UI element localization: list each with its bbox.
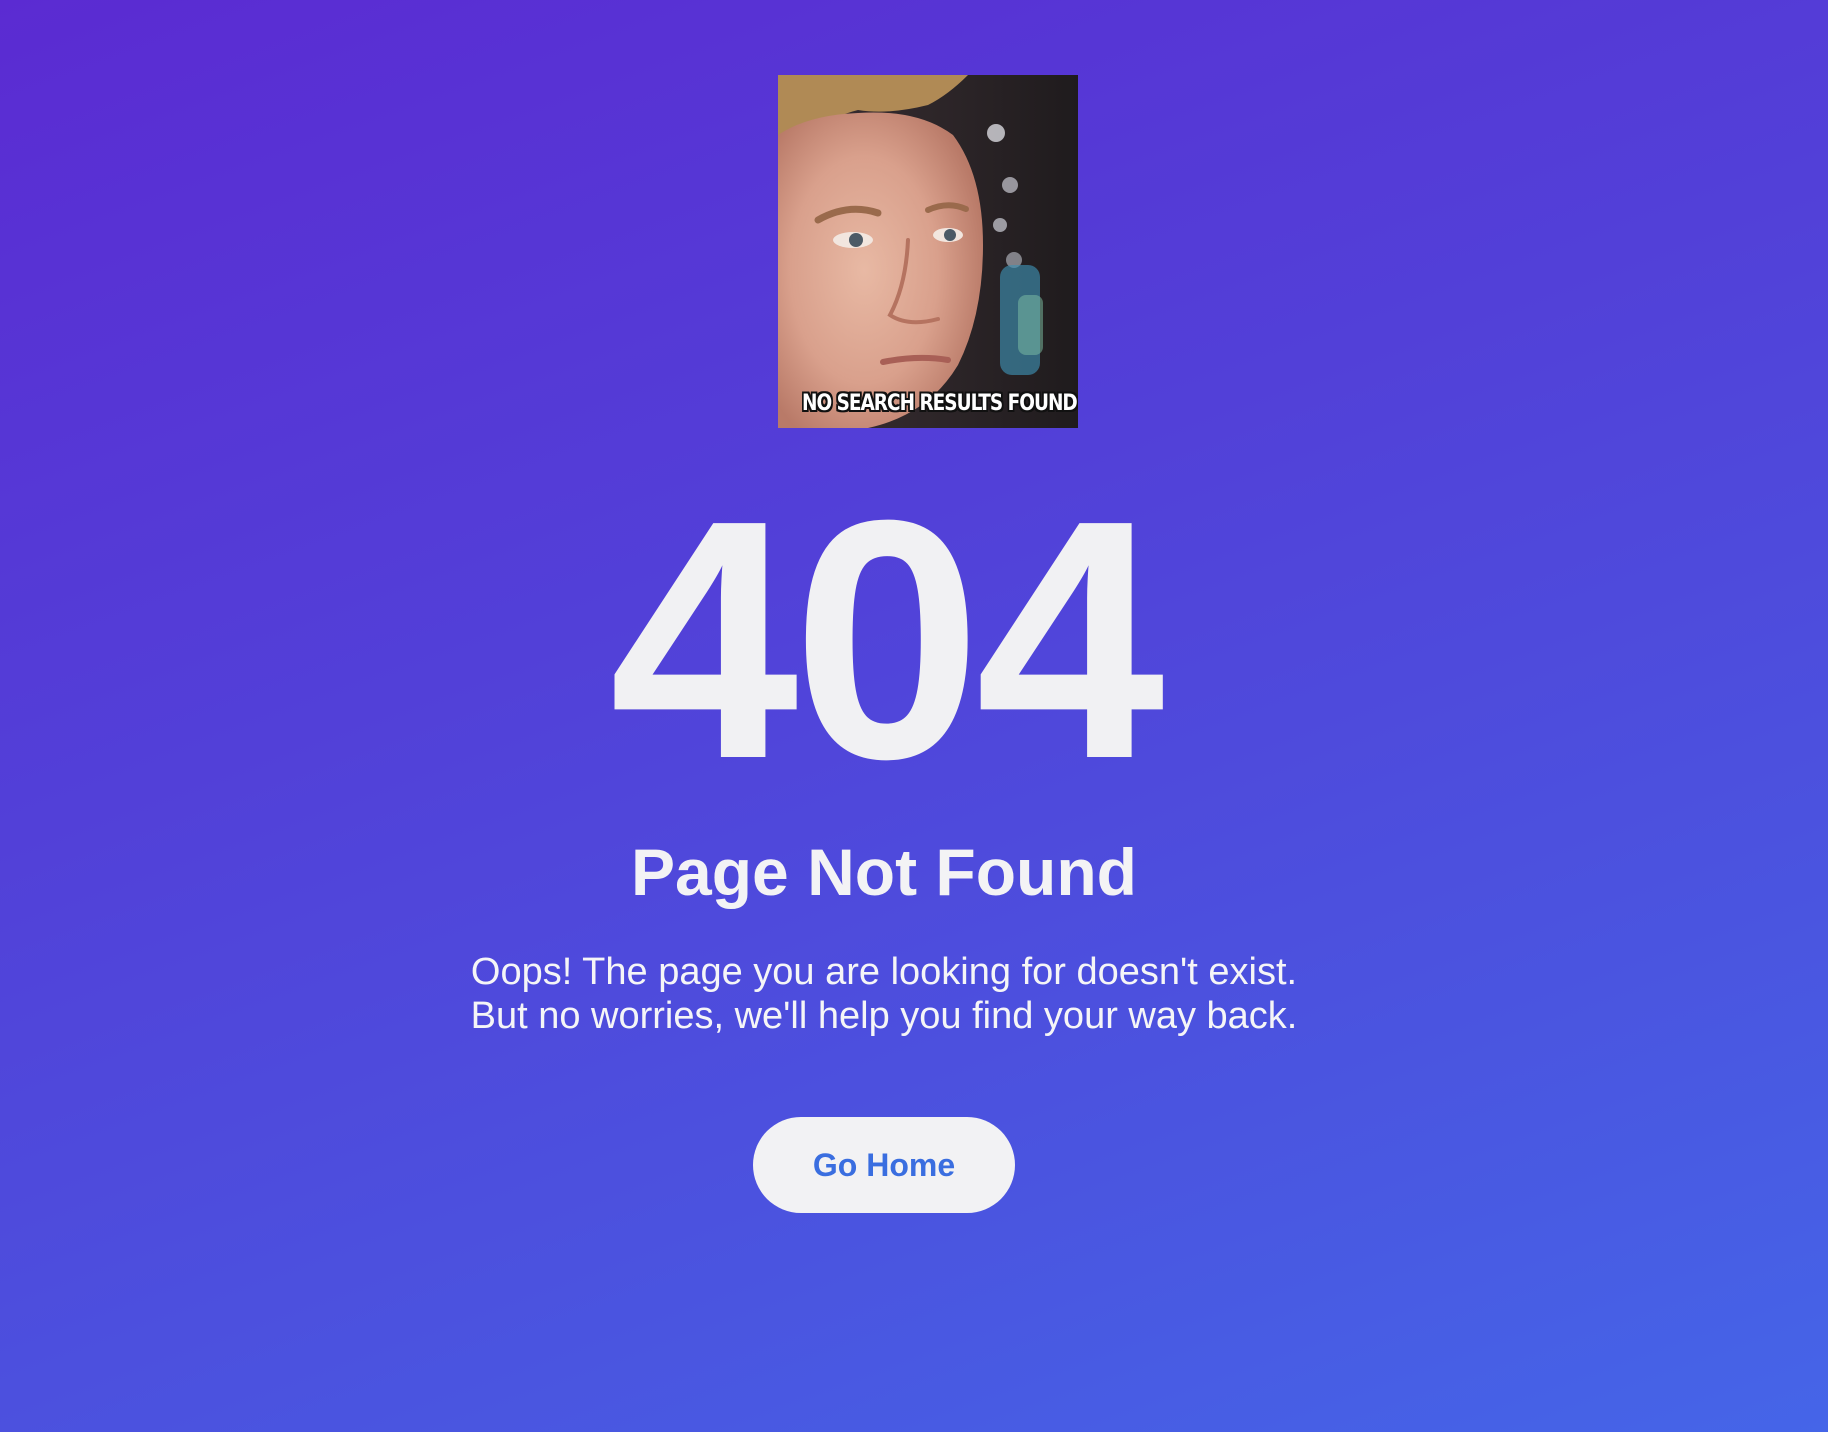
meme-face-illustration (778, 75, 1078, 428)
error-code: 404 (609, 450, 1164, 830)
page-title: Page Not Found (631, 835, 1137, 909)
error-message-line-2: But no worries, we'll help you find your… (470, 995, 1298, 1037)
error-message-line-1: Oops! The page you are looking for doesn… (470, 951, 1298, 993)
meme-image: NO SEARCH RESULTS FOUND (778, 75, 1078, 428)
meme-caption: NO SEARCH RESULTS FOUND (802, 391, 1078, 416)
go-home-button[interactable]: Go Home (753, 1117, 1015, 1213)
error-message: Oops! The page you are looking for doesn… (0, 950, 1768, 1038)
